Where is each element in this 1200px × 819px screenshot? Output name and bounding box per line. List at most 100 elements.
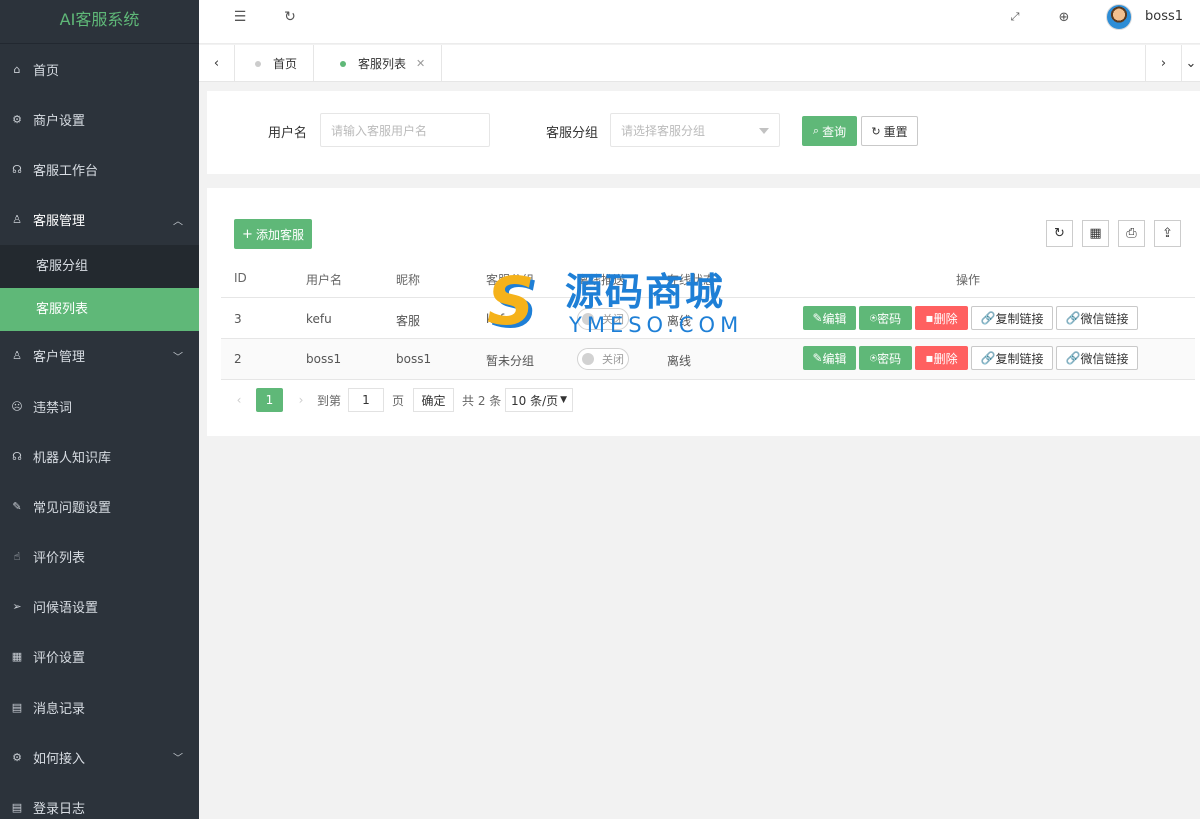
goto-suffix: 页: [392, 393, 405, 408]
link-icon: 🔗: [1065, 351, 1081, 365]
tab-agent-list[interactable]: 客服列表 ✕: [320, 45, 443, 82]
close-icon[interactable]: ✕: [416, 57, 425, 70]
edit-button[interactable]: ✎ 编辑: [803, 306, 856, 330]
sidebar-item-agent-list[interactable]: 客服列表: [0, 287, 199, 331]
log-icon: ▤: [11, 801, 23, 815]
switch-knob: [582, 313, 594, 325]
delete-button[interactable]: ▪ 删除: [915, 346, 968, 370]
sidebar-item-home[interactable]: ⌂ 首页: [0, 44, 199, 94]
chevron-down-icon: ﹀: [173, 352, 183, 364]
wechat-link-button[interactable]: 🔗 微信链接: [1056, 306, 1138, 330]
offline-push-switch[interactable]: 关闭: [577, 348, 629, 370]
offline-push-switch[interactable]: 关闭: [577, 308, 629, 330]
pencil-icon: ✎: [812, 351, 823, 365]
globe-icon[interactable]: ⊕: [1049, 0, 1079, 34]
cell-group: kefu1: [486, 312, 520, 326]
sidebar-item-faq-settings[interactable]: ✎ 常见问题设置: [0, 481, 199, 531]
sidebar-item-agent-workbench[interactable]: ☊ 客服工作台: [0, 144, 199, 194]
cell-group: 暂未分组: [486, 354, 535, 368]
sidebar-item-label: 客服工作台: [33, 163, 99, 179]
tab-bar: ‹ 首页 客服列表 ✕ › ⌄: [199, 45, 1200, 82]
export-icon[interactable]: ⇪: [1154, 220, 1181, 247]
columns-icon[interactable]: ▦: [1082, 220, 1109, 247]
header-username[interactable]: boss1: [1145, 9, 1183, 24]
tab-home[interactable]: 首页: [235, 45, 315, 82]
top-header: ☰ ↻ ⤢ ⊕ boss1: [199, 0, 1200, 44]
chevron-down-icon: ﹀: [173, 753, 183, 765]
sidebar-item-label: 首页: [33, 63, 60, 79]
sidebar-item-customer-management[interactable]: ♙ 客户管理 ﹀: [0, 331, 199, 381]
copy-link-label: 复制链接: [995, 311, 1044, 326]
menu-toggle-icon[interactable]: ☰: [225, 0, 255, 34]
wechat-link-button[interactable]: 🔗 微信链接: [1056, 346, 1138, 370]
delete-button-label: 删除: [933, 311, 958, 326]
cell-status: 离线: [667, 314, 692, 328]
add-agent-button[interactable]: + 添加客服: [234, 219, 312, 249]
sidebar-item-label: 评价列表: [33, 551, 86, 567]
headset-icon: ☊: [12, 162, 22, 176]
delete-button[interactable]: ▪ 删除: [915, 306, 968, 330]
tab-dot-active: [340, 60, 346, 67]
table-panel: + 添加客服 ↻ ▦ ⎙ ⇪ ID 用户名 昵称 客服分组 离线推送 在线状态 …: [207, 188, 1200, 436]
goto-confirm-button[interactable]: 确定: [413, 388, 454, 412]
refresh-icon: ↻: [871, 124, 881, 138]
caret-down-icon: [759, 128, 769, 134]
refresh-icon[interactable]: ↻: [1046, 220, 1073, 247]
current-page[interactable]: 1: [256, 388, 283, 412]
sidebar-item-greeting-settings[interactable]: ➢ 问候语设置: [0, 582, 199, 632]
copy-link-button[interactable]: 🔗 复制链接: [971, 306, 1053, 330]
users-icon: ♙: [12, 349, 22, 363]
sidebar-item-label: 客户管理: [33, 350, 86, 366]
page-size-value: 10 条/页: [511, 393, 559, 408]
sidebar-item-agent-groups[interactable]: 客服分组: [0, 245, 199, 288]
link-icon: 🔗: [1065, 311, 1081, 325]
sidebar-item-how-to-integrate[interactable]: ⚙ 如何接入 ﹀: [0, 732, 199, 782]
sidebar-item-label: 商户设置: [33, 113, 86, 129]
password-button[interactable]: ⍟ 密码: [859, 346, 912, 370]
tab-label: 客服列表: [358, 57, 407, 71]
password-button-label: 密码: [877, 351, 902, 366]
sidebar-item-label: 如何接入: [33, 751, 86, 767]
print-icon[interactable]: ⎙: [1118, 220, 1145, 247]
query-button[interactable]: ⌕ 查询: [802, 116, 857, 146]
gear-icon: ⚙: [12, 750, 22, 764]
sidebar-item-label: 消息记录: [33, 701, 86, 717]
sidebar-item-review-settings[interactable]: ▦ 评价设置: [0, 632, 199, 682]
calendar-icon: ▦: [11, 650, 23, 664]
refresh-icon[interactable]: ↻: [275, 0, 305, 34]
edit-button[interactable]: ✎ 编辑: [803, 346, 856, 370]
tab-scroll-left-icon[interactable]: ‹: [199, 45, 235, 82]
copy-link-button[interactable]: 🔗 复制链接: [971, 346, 1053, 370]
search-panel: 用户名 请输入客服用户名 客服分组 请选择客服分组 ⌕ 查询 ↻ 重置: [207, 91, 1200, 174]
pencil-icon: ✎: [812, 311, 823, 325]
wechat-link-label: 微信链接: [1080, 351, 1129, 366]
next-page-icon[interactable]: ›: [291, 388, 311, 412]
cell-nickname: 客服: [396, 314, 421, 328]
page-size-select[interactable]: 10 条/页 ▼: [505, 388, 573, 412]
avatar[interactable]: [1106, 4, 1132, 30]
fullscreen-icon[interactable]: ⤢: [1000, 0, 1030, 34]
cell-nickname: boss1: [396, 352, 432, 366]
sidebar-item-merchant-settings[interactable]: ⚙ 商户设置: [0, 94, 199, 144]
cell-username: boss1: [306, 352, 342, 366]
sidebar-item-agent-management[interactable]: ♙ 客服管理 ︿: [0, 195, 199, 245]
sidebar-item-banned-words[interactable]: ☹ 违禁词: [0, 381, 199, 431]
sidebar-item-login-log[interactable]: ▤ 登录日志: [0, 782, 199, 819]
tab-label: 首页: [273, 57, 298, 71]
tab-scroll-right-icon[interactable]: ›: [1145, 45, 1181, 82]
cell-username: kefu: [306, 312, 332, 326]
goto-page-input[interactable]: 1: [348, 388, 384, 412]
username-search-input[interactable]: 请输入客服用户名: [320, 113, 490, 147]
sidebar-item-message-records[interactable]: ▤ 消息记录: [0, 682, 199, 732]
chevron-down-icon[interactable]: ⌄: [1181, 45, 1200, 82]
goto-prefix: 到第: [317, 393, 342, 408]
reset-button[interactable]: ↻ 重置: [861, 116, 918, 146]
user-icon: ♙: [12, 213, 22, 227]
sidebar-item-robot-knowledge[interactable]: ☊ 机器人知识库: [0, 431, 199, 481]
prev-page-icon[interactable]: ‹: [229, 388, 249, 412]
group-select[interactable]: 请选择客服分组: [610, 113, 780, 147]
sidebar-item-label: 违禁词: [33, 400, 73, 416]
password-button[interactable]: ⍟ 密码: [859, 306, 912, 330]
add-agent-label: 添加客服: [255, 227, 304, 242]
sidebar-item-review-list[interactable]: ☝ 评价列表: [0, 532, 199, 582]
